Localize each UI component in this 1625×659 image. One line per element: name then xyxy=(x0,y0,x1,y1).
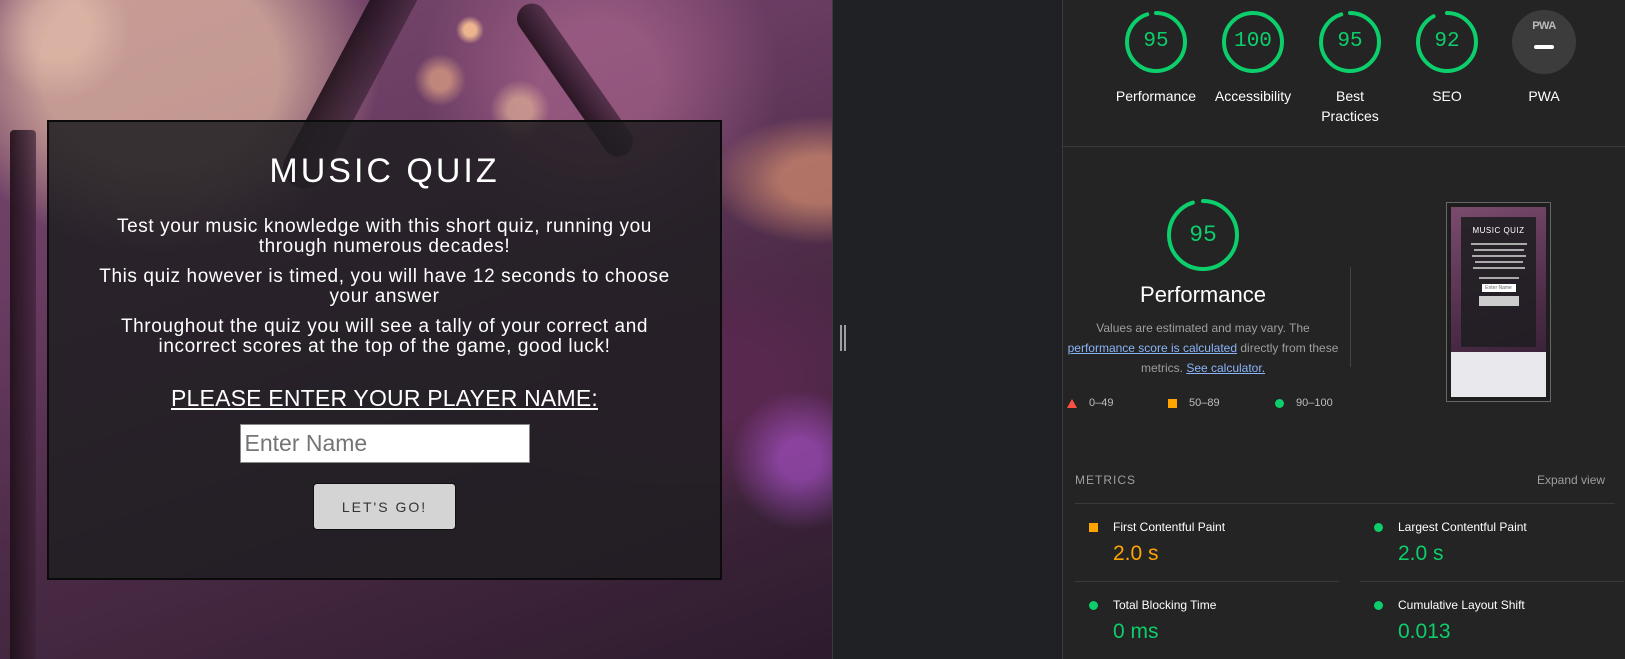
thumbnail-text-line xyxy=(1470,243,1527,245)
lets-go-button[interactable]: LET'S GO! xyxy=(313,483,456,530)
metric-name: Largest Contentful Paint xyxy=(1398,520,1527,534)
performance-title: Performance xyxy=(1140,282,1266,307)
legend-average: 50–89 xyxy=(1168,397,1220,409)
metric-lcp: Largest Contentful Paint 2.0 s xyxy=(1360,504,1624,582)
thumbnail-card: MUSIC QUIZ Enter Name xyxy=(1461,217,1536,347)
score-gauge: 92 xyxy=(1415,10,1479,74)
gauge-best-practices[interactable]: 95 Best Practices xyxy=(1300,10,1400,126)
quiz-title: MUSIC QUIZ xyxy=(269,152,500,190)
gauge-score: 95 xyxy=(1337,30,1363,53)
triangle-icon xyxy=(1067,398,1077,408)
thumbnail-footer xyxy=(1451,352,1546,397)
gauge-label: Best Practices xyxy=(1321,88,1379,124)
player-name-label: PLEASE ENTER YOUR PLAYER NAME: xyxy=(171,385,598,411)
gauge-score: 95 xyxy=(1143,30,1169,53)
score-gauge: 100 xyxy=(1221,10,1285,74)
circle-icon xyxy=(1089,601,1098,610)
thumbnail-text-line xyxy=(1478,277,1519,279)
score-gauge: 95 xyxy=(1166,198,1240,272)
metric-value: 0.013 xyxy=(1398,620,1451,643)
gauge-score: 92 xyxy=(1434,30,1460,53)
pwa-badge-icon: PWA xyxy=(1512,10,1576,74)
metric-fcp: First Contentful Paint 2.0 s xyxy=(1075,504,1339,582)
resize-handle-icon[interactable] xyxy=(840,325,846,351)
metric-value: 2.0 s xyxy=(1398,542,1444,565)
legend-label: 90–100 xyxy=(1296,397,1333,409)
square-icon xyxy=(1168,398,1177,408)
gauge-score: 100 xyxy=(1234,30,1272,53)
thumbnail-button xyxy=(1478,296,1519,306)
pwa-badge-text: PWA xyxy=(1532,20,1556,32)
thumbnail-text-line xyxy=(1471,255,1526,257)
divider xyxy=(1062,146,1625,147)
player-name-input[interactable] xyxy=(239,424,530,463)
metric-name: Cumulative Layout Shift xyxy=(1398,598,1525,612)
legend-label: 0–49 xyxy=(1089,397,1114,409)
expand-view-toggle[interactable]: Expand view xyxy=(1537,473,1605,487)
gauge-label: SEO xyxy=(1432,88,1462,104)
gauge-seo[interactable]: 92 SEO xyxy=(1397,10,1497,106)
gauge-label: PWA xyxy=(1528,88,1560,104)
gauge-label: Performance xyxy=(1115,88,1197,104)
gauge-score: 95 xyxy=(1189,222,1217,248)
gauge-pwa[interactable]: PWA PWA xyxy=(1494,10,1594,106)
metric-name: First Contentful Paint xyxy=(1113,520,1226,534)
desc-text: Values are estimated and may vary. The xyxy=(1096,321,1310,335)
timer-info-text: This quiz however is timed, you will hav… xyxy=(99,266,670,307)
page-viewport: MUSIC QUIZ Test your music knowledge wit… xyxy=(0,0,862,659)
circle-icon xyxy=(1374,601,1383,610)
viewport-divider[interactable] xyxy=(832,0,862,659)
score-info-text: Throughout the quiz you will see a tally… xyxy=(120,316,649,357)
page-screenshot-thumbnail[interactable]: MUSIC QUIZ Enter Name xyxy=(1446,202,1551,402)
square-icon xyxy=(1089,523,1098,532)
performance-description: Values are estimated and may vary. The p… xyxy=(1063,318,1343,378)
metric-name: Total Blocking Time xyxy=(1113,598,1217,612)
metric-tbt: Total Blocking Time 0 ms xyxy=(1075,582,1339,659)
pwa-bar-icon xyxy=(1534,45,1554,49)
thumbnail-title: MUSIC QUIZ xyxy=(1472,226,1525,235)
divider xyxy=(1350,267,1351,367)
score-gauge: 95 xyxy=(1318,10,1382,74)
score-calc-link[interactable]: performance score is calculated xyxy=(1068,341,1237,355)
legend-fail: 0–49 xyxy=(1067,397,1113,409)
intro-text: Test your music knowledge with this shor… xyxy=(117,216,652,257)
circle-icon xyxy=(1374,523,1383,532)
thumbnail-text-line xyxy=(1474,261,1523,263)
performance-summary: 95 Performance Values are estimated and … xyxy=(1063,198,1343,378)
gauge-accessibility[interactable]: 100 Accessibility xyxy=(1203,10,1303,106)
thumbnail-input: Enter Name xyxy=(1481,284,1516,292)
gauge-performance[interactable]: 95 Performance xyxy=(1106,10,1206,106)
metric-value: 0 ms xyxy=(1113,620,1159,643)
metric-value: 2.0 s xyxy=(1113,542,1159,565)
score-gauge: 95 xyxy=(1124,10,1188,74)
see-calculator-link[interactable]: See calculator. xyxy=(1186,361,1265,375)
quiz-card: MUSIC QUIZ Test your music knowledge wit… xyxy=(47,120,722,580)
thumbnail-text-line xyxy=(1472,267,1525,269)
metrics-heading: METRICS xyxy=(1075,473,1136,487)
thumbnail-image: MUSIC QUIZ Enter Name xyxy=(1451,207,1546,397)
legend-label: 50–89 xyxy=(1189,397,1220,409)
drum-stand-decor xyxy=(10,130,36,659)
metric-cls: Cumulative Layout Shift 0.013 xyxy=(1360,582,1624,659)
gauge-label: Accessibility xyxy=(1214,88,1292,104)
circle-icon xyxy=(1275,398,1284,408)
legend-pass: 90–100 xyxy=(1275,397,1333,409)
thumbnail-text-line xyxy=(1473,249,1524,251)
